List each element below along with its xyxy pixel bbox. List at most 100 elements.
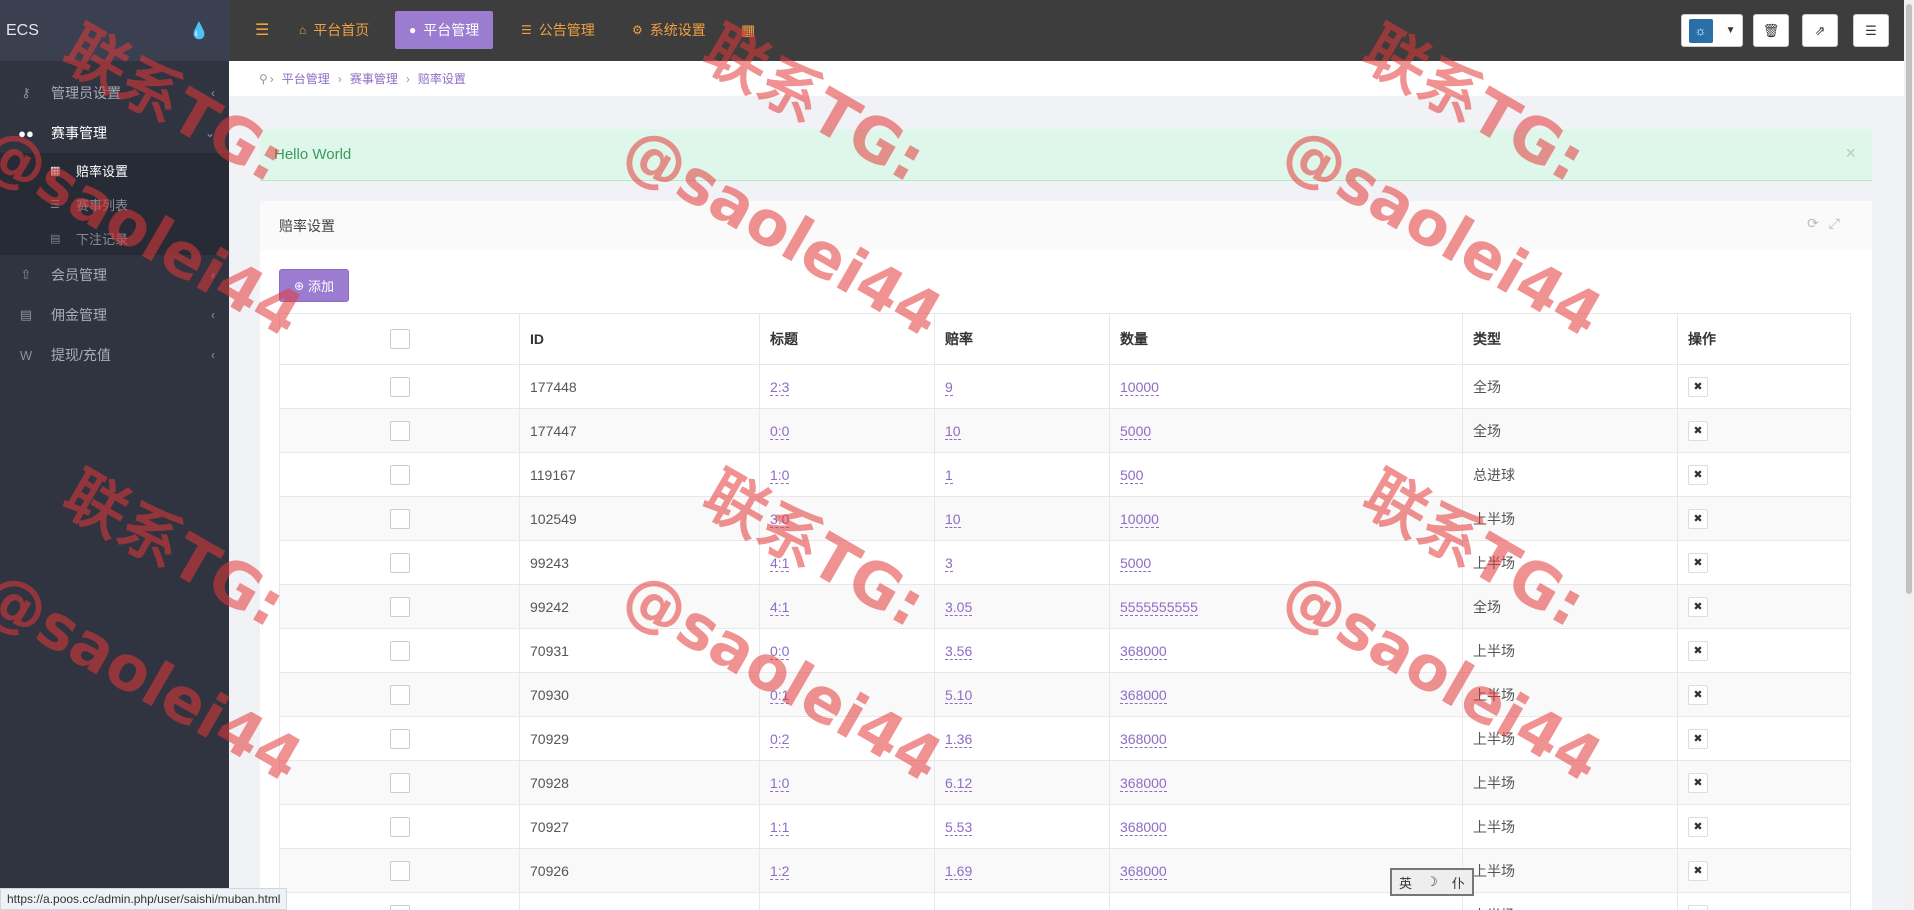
refresh-icon[interactable]: ⟳ [1807,215,1829,231]
editable-odds[interactable]: 3.25 [945,906,973,910]
sidebar-item-withdraw[interactable]: W 提现/充值 ‹ [0,335,229,375]
menu-toggle-button[interactable]: ☰ [241,11,283,49]
editable-title[interactable]: 4:1 [770,554,790,572]
editable-odds[interactable]: 3.56 [945,642,973,660]
page-scrollbar[interactable] [1904,0,1914,910]
editable-title[interactable]: 0:0 [770,642,790,660]
editable-title[interactable]: 4:1 [770,598,790,616]
editable-odds[interactable]: 3.05 [945,598,973,616]
theme-drop-icon[interactable]: 💧 [189,21,209,41]
nav-platform[interactable]: ● 平台管理 [395,11,494,49]
column-header-odds[interactable]: 赔率 [934,313,1110,365]
editable-odds[interactable]: 10 [945,422,961,440]
editable-title[interactable]: 0:0 [770,422,790,440]
sidebar-item-admin[interactable]: ⚷ 管理员设置 ‹ [0,73,229,113]
editable-qty[interactable]: 368000 [1120,730,1167,748]
editable-qty[interactable]: 500 [1120,466,1144,484]
row-checkbox[interactable] [389,464,410,485]
nav-home[interactable]: ⌂ 平台首页 [285,11,383,49]
editable-qty[interactable]: 368000 [1120,906,1167,910]
row-checkbox[interactable] [389,860,410,881]
editable-odds[interactable]: 1.69 [945,862,973,880]
editable-odds[interactable]: 1.36 [945,730,973,748]
add-button[interactable]: ⊕ 添加 [279,269,349,302]
row-checkbox[interactable] [389,684,410,705]
delete-icon[interactable]: ✖ [1688,464,1708,485]
editable-odds[interactable]: 1 [945,466,953,484]
theme-switch-button[interactable]: ☼ ▼ [1681,14,1743,47]
editable-qty[interactable]: 368000 [1120,818,1167,836]
column-header-id[interactable]: ID [519,313,760,365]
row-checkbox[interactable] [389,816,410,837]
editable-qty[interactable]: 10000 [1120,378,1159,396]
nav-settings[interactable]: ⚙ 系统设置 [618,11,720,49]
delete-icon[interactable]: ✖ [1688,684,1708,705]
row-checkbox[interactable] [389,596,410,617]
breadcrumb-item[interactable]: 赔率设置 [418,70,466,87]
sidebar-subitem-events-list[interactable]: ☰ 赛事列表 [0,187,229,221]
editable-qty[interactable]: 368000 [1120,686,1167,704]
editable-odds[interactable]: 5.53 [945,818,973,836]
delete-icon[interactable]: ✖ [1688,508,1708,529]
editable-odds[interactable]: 10 [945,510,961,528]
editable-title[interactable]: 2:0 [770,906,790,910]
row-checkbox[interactable] [389,904,410,910]
column-header-title[interactable]: 标题 [759,313,935,365]
fullscreen-icon[interactable]: ⤢ [1829,215,1850,231]
clear-cache-button[interactable]: 🗑 [1753,14,1789,47]
open-external-button[interactable]: ⇗ [1802,14,1838,47]
editable-title[interactable]: 1:1 [770,818,790,836]
row-checkbox[interactable] [389,728,410,749]
delete-icon[interactable]: ✖ [1688,728,1708,749]
sidebar-item-members[interactable]: ⇧ 会员管理 ‹ [0,255,229,295]
row-checkbox[interactable] [389,552,410,573]
delete-icon[interactable]: ✖ [1688,596,1708,617]
delete-icon[interactable]: ✖ [1688,816,1708,837]
editable-title[interactable]: 2:3 [770,378,790,396]
editable-title[interactable]: 1:2 [770,862,790,880]
sidebar-subitem-odds[interactable]: ▦ 赔率设置 [0,153,229,187]
editable-odds[interactable]: 5.10 [945,686,973,704]
sidebar-subitem-bets[interactable]: ▤ 下注记录 [0,221,229,255]
delete-icon[interactable]: ✖ [1688,420,1708,441]
editable-title[interactable]: 3:0 [770,510,790,528]
editable-title[interactable]: 0:2 [770,730,790,748]
delete-icon[interactable]: ✖ [1688,860,1708,881]
editable-qty[interactable]: 368000 [1120,642,1167,660]
breadcrumb-item[interactable]: 赛事管理 [350,70,398,87]
delete-icon[interactable]: ✖ [1688,772,1708,793]
scrollbar-thumb[interactable] [1906,4,1912,594]
editable-odds[interactable]: 6.12 [945,774,973,792]
sidebar-logo[interactable]: ECS 💧 [0,0,229,61]
editable-title[interactable]: 0:1 [770,686,790,704]
row-checkbox[interactable] [389,640,410,661]
editable-qty[interactable]: 5000 [1120,554,1152,572]
editable-odds[interactable]: 9 [945,378,953,396]
delete-icon[interactable]: ✖ [1688,640,1708,661]
delete-icon[interactable]: ✖ [1688,376,1708,397]
ime-indicator[interactable]: 英 ☽ 仆 [1390,868,1474,896]
delete-icon[interactable]: ✖ [1688,552,1708,573]
breadcrumb-item[interactable]: 平台管理 [282,70,330,87]
editable-title[interactable]: 1:0 [770,466,790,484]
close-icon[interactable]: × [1845,143,1856,164]
select-all-checkbox[interactable] [389,329,410,349]
row-checkbox[interactable] [389,508,410,529]
editable-qty[interactable]: 368000 [1120,862,1167,880]
sidebar-item-commission[interactable]: ▤ 佣金管理 ‹ [0,295,229,335]
row-checkbox[interactable] [389,772,410,793]
column-header-type[interactable]: 类型 [1462,313,1678,365]
sidebar-item-events[interactable]: ●● 赛事管理 ⌄ [0,113,229,153]
panel-toggle-button[interactable]: ☰ [1853,14,1889,47]
editable-qty[interactable]: 5555555555 [1120,598,1198,616]
editable-odds[interactable]: 3 [945,554,953,572]
delete-icon[interactable]: ✖ [1688,904,1708,910]
editable-qty[interactable]: 10000 [1120,510,1159,528]
apps-grid-button[interactable]: ▦ [727,11,769,49]
row-checkbox[interactable] [389,376,410,397]
row-checkbox[interactable] [389,420,410,441]
column-header-qty[interactable]: 数量 [1109,313,1463,365]
nav-announcements[interactable]: ☰ 公告管理 [507,11,609,49]
editable-qty[interactable]: 5000 [1120,422,1152,440]
editable-title[interactable]: 1:0 [770,774,790,792]
